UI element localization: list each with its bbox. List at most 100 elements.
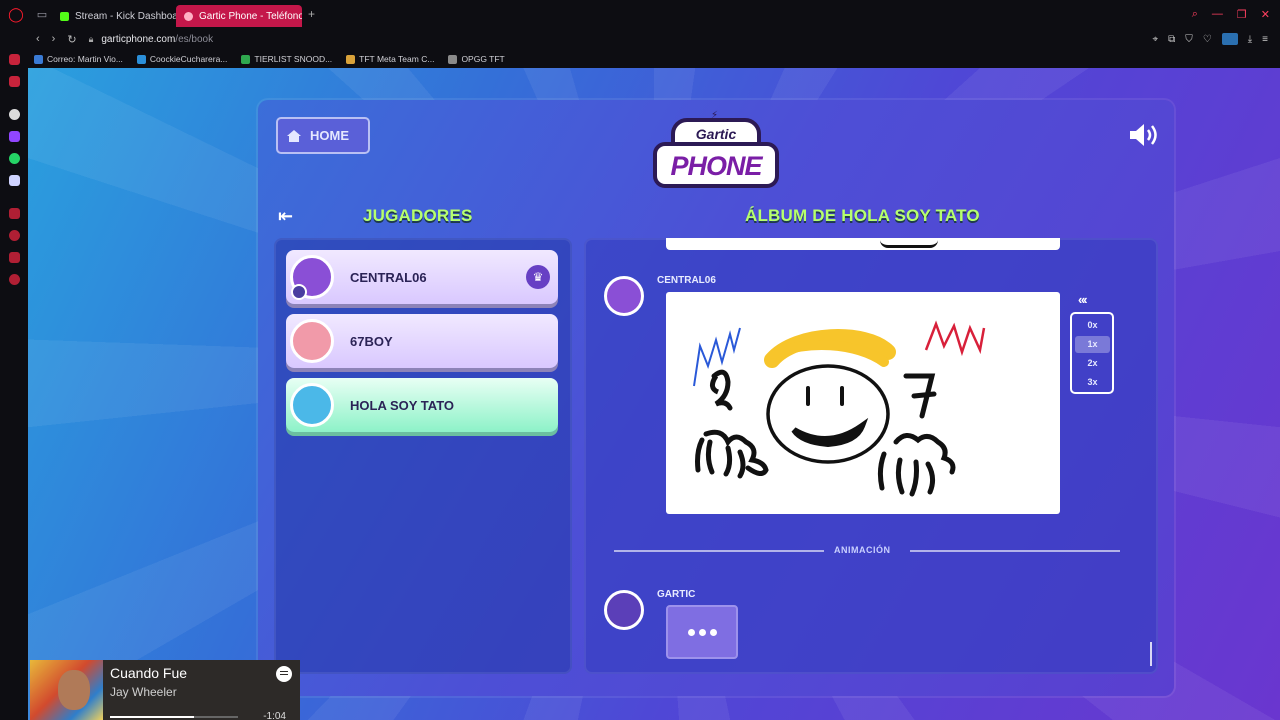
bookmark-tierlist[interactable]: TIERLIST SNOOD... (241, 54, 332, 64)
cover-art (58, 670, 90, 710)
bookmarks-bar: Correo: Martin Vio... CoockieCucharera..… (28, 50, 1280, 68)
crown-icon: ♛ (526, 265, 550, 289)
shield-icon[interactable]: ⛉ (1185, 34, 1193, 45)
avatar (290, 255, 334, 300)
reload-icon[interactable]: ↻ (67, 33, 76, 46)
typing-dot (687, 628, 695, 636)
speed-option-0x[interactable]: 0x (1075, 317, 1110, 334)
player-card-central06[interactable]: CENTRAL06 ♛ (286, 250, 558, 304)
menu-icon[interactable]: ≡ (1262, 34, 1268, 45)
discord-icon[interactable] (9, 175, 20, 186)
player-card-hola-soy-tato[interactable]: HOLA SOY TATO (286, 378, 558, 432)
speed-option-1x[interactable]: 1x (1075, 336, 1110, 353)
home-label: HOME (310, 128, 349, 143)
avatar (290, 383, 334, 427)
snapshot-icon[interactable]: ⧉ (1168, 34, 1175, 45)
twitch-icon[interactable] (9, 131, 20, 142)
page-viewport: HOME ⚡︎ Gartic PHONE ⇤ JUGADORES ÁLBUM D… (28, 68, 1280, 720)
logo-top-text: Gartic (695, 126, 737, 142)
bookmark-tft-meta[interactable]: TFT Meta Team C... (346, 54, 434, 64)
bookmark-coockie[interactable]: CoockieCucharera... (136, 54, 228, 64)
new-tab-icon[interactable]: + (308, 7, 315, 21)
browser-sidebar (0, 28, 28, 720)
kick-favicon-icon (60, 11, 69, 21)
pinboard-icon[interactable] (9, 208, 20, 219)
exit-arrow-icon[interactable]: ⇤ (278, 206, 293, 227)
avatar (290, 319, 334, 363)
logo-bottom-text: PHONE (670, 151, 762, 181)
time-remaining: -1:04 (263, 711, 286, 720)
tab-label: Gartic Phone - Teléfono De (199, 10, 302, 22)
whatsapp-icon[interactable] (9, 153, 20, 164)
opera-menu-icon[interactable]: ◯ (0, 0, 32, 28)
players-panel: CENTRAL06 ♛ 67BOY HOLA SOY TATO (274, 238, 572, 674)
house-icon (287, 129, 301, 142)
gartic-avatar (604, 590, 644, 630)
player-name: CENTRAL06 (350, 269, 427, 285)
player-drawing (666, 292, 1060, 514)
restore-icon[interactable]: ❐ (1237, 8, 1247, 21)
previous-drawing (666, 238, 1060, 250)
tab-gartic-phone[interactable]: Gartic Phone - Teléfono De (176, 5, 302, 27)
pin-icon[interactable]: ⌖ (1152, 34, 1158, 45)
heart-icon[interactable]: ♡ (1203, 34, 1212, 45)
gartic-favicon-icon (184, 11, 193, 21)
rewind-icon[interactable]: «‹ (1078, 292, 1087, 307)
logo-bottom: PHONE (653, 142, 779, 188)
back-icon[interactable]: ‹ (36, 33, 40, 46)
track-title: Cuando Fue (110, 665, 188, 681)
bookmark-label: Correo: Martin Vio... (47, 54, 123, 64)
close-window-icon[interactable]: ✕ (1261, 8, 1270, 21)
download-icon[interactable]: ⤓ (1248, 34, 1252, 45)
player-card-67boy[interactable]: 67BOY (286, 314, 558, 368)
typing-dot (709, 628, 717, 636)
window-controls: ⌕ — ❐ ✕ (1192, 8, 1270, 21)
crypto-wallet-icon[interactable] (9, 76, 20, 87)
avatar (604, 276, 644, 316)
bookmark-label: CoockieCucharera... (149, 54, 228, 64)
tab-kick-dashboard[interactable]: Stream - Kick Dashboard (52, 5, 176, 27)
search-tabs-icon[interactable]: ⌕ (1192, 8, 1198, 21)
bookmark-favicon-icon (448, 54, 458, 64)
bookmark-opgg[interactable]: OPGG TFT (448, 54, 505, 64)
aria-icon[interactable] (9, 54, 20, 65)
url-path: /es/book (175, 33, 214, 45)
entry-author: GARTIC (657, 589, 696, 600)
history-icon[interactable] (9, 230, 20, 241)
url-host: garticphone.com (101, 33, 176, 45)
typing-dot (698, 628, 706, 636)
speed-option-2x[interactable]: 2x (1075, 355, 1110, 372)
tab-overview-icon[interactable]: ▭ (32, 8, 52, 21)
speed-option-3x[interactable]: 3x (1075, 374, 1110, 391)
typing-indicator (666, 605, 738, 659)
address-bar: ‹ › ↻ 🔒︎ garticphone.com/es/book ⌖ ⧉ ⛉ ♡… (28, 28, 1280, 50)
track-artist: Jay Wheeler (110, 685, 177, 699)
tab-label: Stream - Kick Dashboard (75, 10, 176, 22)
progress-bar[interactable] (110, 716, 238, 718)
album-cover (30, 660, 103, 720)
bookmark-favicon-icon (136, 54, 146, 64)
album-panel: CENTRAL06 «‹ 0x 1x 2x 3x ANIMACIÓN GARTI… (584, 238, 1158, 674)
player-name: 67BOY (350, 333, 393, 349)
forward-icon[interactable]: › (52, 33, 56, 46)
extensions-icon[interactable] (9, 252, 20, 263)
settings-icon[interactable] (9, 274, 20, 285)
url-field[interactable]: garticphone.com/es/book (101, 34, 213, 45)
entry-author: CENTRAL06 (657, 275, 716, 286)
album-scrollbar[interactable] (1150, 642, 1152, 666)
divider-right (910, 550, 1120, 552)
spotify-icon (276, 666, 292, 682)
bookmark-label: TFT Meta Team C... (359, 54, 435, 64)
game-card: HOME ⚡︎ Gartic PHONE ⇤ JUGADORES ÁLBUM D… (258, 100, 1174, 696)
spreadsheet-icon (241, 54, 251, 64)
speed-options-box: 0x 1x 2x 3x (1070, 312, 1114, 394)
playback-speed-control: «‹ 0x 1x 2x 3x (1070, 292, 1114, 394)
home-button[interactable]: HOME (276, 117, 370, 154)
bookmark-correo[interactable]: Correo: Martin Vio... (34, 54, 123, 64)
minimize-icon[interactable]: — (1212, 8, 1223, 21)
chatgpt-icon[interactable] (9, 109, 20, 120)
extension-icon[interactable] (1221, 33, 1238, 45)
speaker-icon[interactable] (1128, 122, 1158, 148)
bookmark-favicon-icon (346, 54, 356, 64)
section-label: ANIMACIÓN (834, 545, 891, 555)
